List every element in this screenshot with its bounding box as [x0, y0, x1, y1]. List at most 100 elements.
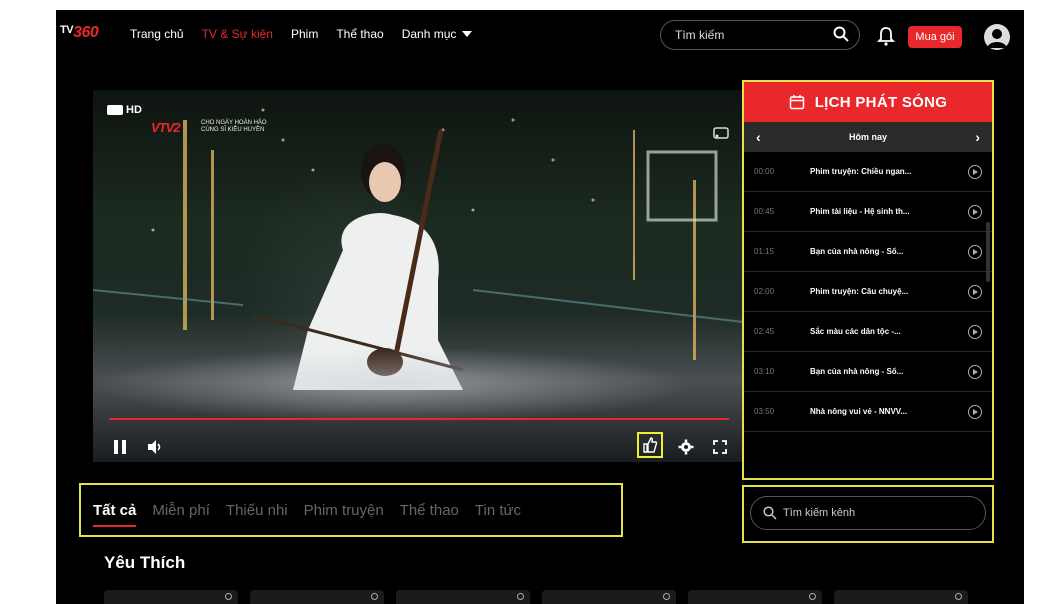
play-circle-icon [663, 593, 670, 600]
stage-fog [93, 340, 743, 430]
buy-package-button[interactable]: Mua gói [908, 26, 962, 48]
schedule-item-time: 01:15 [754, 247, 775, 256]
schedule-scrollbar[interactable] [986, 222, 990, 282]
chevron-left-icon[interactable]: ‹ [756, 129, 761, 145]
play-circle-icon [371, 593, 378, 600]
schedule-item-title: Bạn của nhà nông - Số... [810, 367, 904, 376]
play-circle-icon [955, 593, 962, 600]
schedule-title: LỊCH PHÁT SÓNG [814, 93, 948, 111]
tab-news[interactable]: Tin tức [475, 502, 521, 519]
schedule-item[interactable]: 01:15 Bạn của nhà nông - Số... [744, 232, 992, 272]
channel-card[interactable] [104, 590, 238, 604]
play-circle-icon [517, 593, 524, 600]
tab-free[interactable]: Miễn phí [152, 502, 210, 519]
schedule-item-time: 00:00 [754, 167, 775, 176]
calendar-icon [789, 95, 804, 110]
channel-search-placeholder: Tìm kiếm kênh [783, 507, 856, 519]
schedule-item-time: 00:45 [754, 207, 775, 216]
schedule-item[interactable]: 00:45 Phim tài liệu - Hệ sinh th... [744, 192, 992, 232]
schedule-day-selector: ‹ Hôm nay › [744, 122, 992, 152]
play-circle-icon[interactable] [968, 404, 982, 419]
nav-home[interactable]: Trang chủ [130, 27, 184, 41]
settings-gear-icon[interactable] [677, 438, 695, 456]
play-circle-icon[interactable] [968, 324, 982, 339]
play-circle-icon [225, 593, 232, 600]
nav-categories[interactable]: Danh mục [402, 27, 473, 41]
volume-icon[interactable] [145, 438, 165, 456]
screenshot-frame: TV360 Trang chủ TV & Sự kiện Phim Thể th… [0, 0, 1062, 604]
nav-tv-events[interactable]: TV & Sự kiện [202, 27, 273, 41]
video-player[interactable]: HD VTV2 CHO NGÀY HOÀN HẢO CÙNG SĨ KIỀU H… [93, 90, 743, 462]
tab-all[interactable]: Tất cả [93, 502, 137, 527]
schedule-item-title: Bạn của nhà nông - Số... [810, 247, 904, 256]
schedule-header: LỊCH PHÁT SÓNG [744, 82, 992, 122]
schedule-item-title: Phim truyện: Chiều ngan... [810, 167, 912, 176]
schedule-item-title: Phim tài liệu - Hệ sinh th... [810, 207, 910, 216]
logo-prefix: TV [60, 24, 74, 36]
pause-icon[interactable] [111, 438, 129, 456]
avatar[interactable] [984, 24, 1010, 50]
nav-categories-label: Danh mục [401, 27, 457, 41]
cast-icon[interactable] [713, 126, 729, 144]
nav-movies[interactable]: Phim [291, 27, 318, 41]
top-header: TV360 Trang chủ TV & Sự kiện Phim Thể th… [56, 10, 1024, 58]
schedule-item[interactable]: 03:10 Bạn của nhà nông - Số... [744, 352, 992, 392]
program-tag: CHO NGÀY HOÀN HẢO CÙNG SĨ KIỀU HUYỀN [201, 120, 267, 134]
channel-card[interactable] [396, 590, 530, 604]
play-circle-icon [809, 593, 816, 600]
schedule-item[interactable]: 03:50 Nhà nông vui vẻ - NNVV... [744, 392, 992, 432]
chevron-down-icon [462, 31, 473, 37]
fullscreen-icon[interactable] [711, 438, 729, 456]
schedule-item[interactable]: 00:00 Phim truyện: Chiều ngan... [744, 152, 992, 192]
search-icon [763, 506, 777, 520]
channel-logo: HD [107, 104, 142, 116]
schedule-item[interactable]: 02:45 Sắc màu các dân tộc -... [744, 312, 992, 352]
schedule-item-title: Sắc màu các dân tộc -... [810, 327, 901, 336]
channel-card[interactable] [834, 590, 968, 604]
tab-movies[interactable]: Phim truyện [304, 502, 384, 519]
favorites-list [104, 590, 968, 604]
notification-bell-icon[interactable] [876, 25, 896, 47]
play-circle-icon[interactable] [968, 164, 982, 179]
tab-kids[interactable]: Thiếu nhi [226, 502, 288, 519]
search-input[interactable]: Tìm kiếm [660, 20, 860, 50]
thumbs-up-icon [643, 437, 658, 453]
tv360-logo[interactable]: TV360 [60, 24, 99, 42]
logo-number: 360 [73, 24, 99, 41]
program-tag-line1: CHO NGÀY HOÀN HẢO [201, 120, 267, 126]
search-placeholder: Tìm kiếm [675, 28, 725, 42]
play-circle-icon[interactable] [968, 244, 982, 259]
channel-badge-icon [107, 105, 123, 116]
schedule-item-title: Phim truyện: Câu chuyệ... [810, 287, 909, 296]
schedule-item[interactable]: 02:00 Phim truyện: Câu chuyệ... [744, 272, 992, 312]
channel-card[interactable] [250, 590, 384, 604]
schedule-item-time: 02:00 [754, 287, 775, 296]
schedule-day-label: Hôm nay [848, 132, 887, 142]
progress-bar[interactable] [109, 418, 729, 420]
favorites-title: Yêu Thích [104, 553, 186, 572]
play-circle-icon[interactable] [968, 204, 982, 219]
tab-sports[interactable]: Thể thao [400, 502, 459, 519]
schedule-list: 00:00 Phim truyện: Chiều ngan... 00:45 P… [744, 152, 992, 432]
schedule-item-time: 03:50 [754, 407, 775, 416]
nav-sports[interactable]: Thể thao [336, 27, 383, 41]
play-circle-icon[interactable] [968, 364, 982, 379]
search-icon[interactable] [833, 26, 849, 45]
channel-quality: HD [126, 104, 142, 116]
chevron-right-icon[interactable]: › [975, 129, 980, 145]
like-button[interactable] [637, 432, 663, 458]
channel-search-box: Tìm kiếm kênh [742, 485, 994, 543]
main-nav: Trang chủ TV & Sự kiện Phim Thể thao Dan… [130, 27, 490, 41]
schedule-item-title: Nhà nông vui vẻ - NNVV... [810, 407, 908, 416]
channel-name: VTV2 [151, 120, 180, 135]
schedule-item-time: 02:45 [754, 327, 775, 336]
play-circle-icon[interactable] [968, 284, 982, 299]
schedule-panel: LỊCH PHÁT SÓNG ‹ Hôm nay › 00:00 Phim tr… [742, 80, 994, 480]
schedule-item-time: 03:10 [754, 367, 775, 376]
channel-search-input[interactable]: Tìm kiếm kênh [750, 496, 986, 530]
program-tag-line2: CÙNG SĨ KIỀU HUYỀN [201, 127, 265, 133]
app-window: TV360 Trang chủ TV & Sự kiện Phim Thể th… [56, 10, 1024, 604]
channel-card[interactable] [542, 590, 676, 604]
category-tabs: Tất cả Miễn phí Thiếu nhi Phim truyện Th… [79, 483, 623, 537]
channel-card[interactable] [688, 590, 822, 604]
